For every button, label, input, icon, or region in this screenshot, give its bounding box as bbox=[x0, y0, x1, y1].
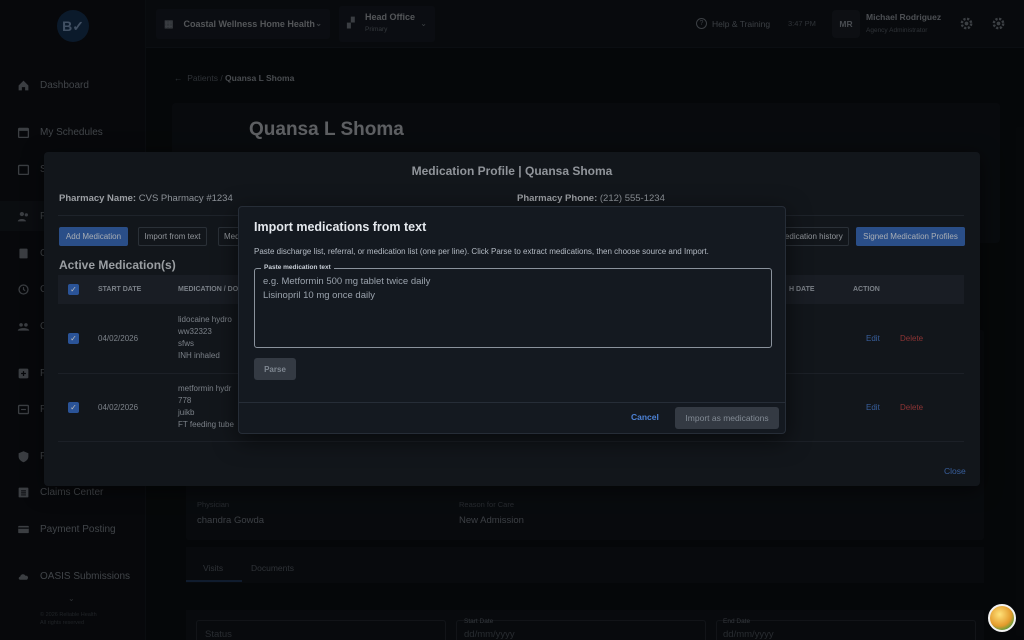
import-as-medications-button[interactable]: Import as medications bbox=[675, 407, 779, 429]
divider bbox=[239, 402, 785, 403]
assistant-fab-icon[interactable] bbox=[988, 604, 1016, 632]
medication-text-field: Paste medication text bbox=[254, 264, 772, 348]
medication-text-input[interactable] bbox=[263, 275, 763, 341]
import-dialog-description: Paste discharge list, referral, or medic… bbox=[254, 247, 709, 256]
cancel-button[interactable]: Cancel bbox=[631, 412, 659, 422]
import-medications-dialog: Import medications from text Paste disch… bbox=[238, 206, 786, 434]
parse-button[interactable]: Parse bbox=[254, 358, 296, 380]
import-dialog-title: Import medications from text bbox=[254, 220, 427, 234]
medication-text-label: Paste medication text bbox=[261, 264, 334, 271]
